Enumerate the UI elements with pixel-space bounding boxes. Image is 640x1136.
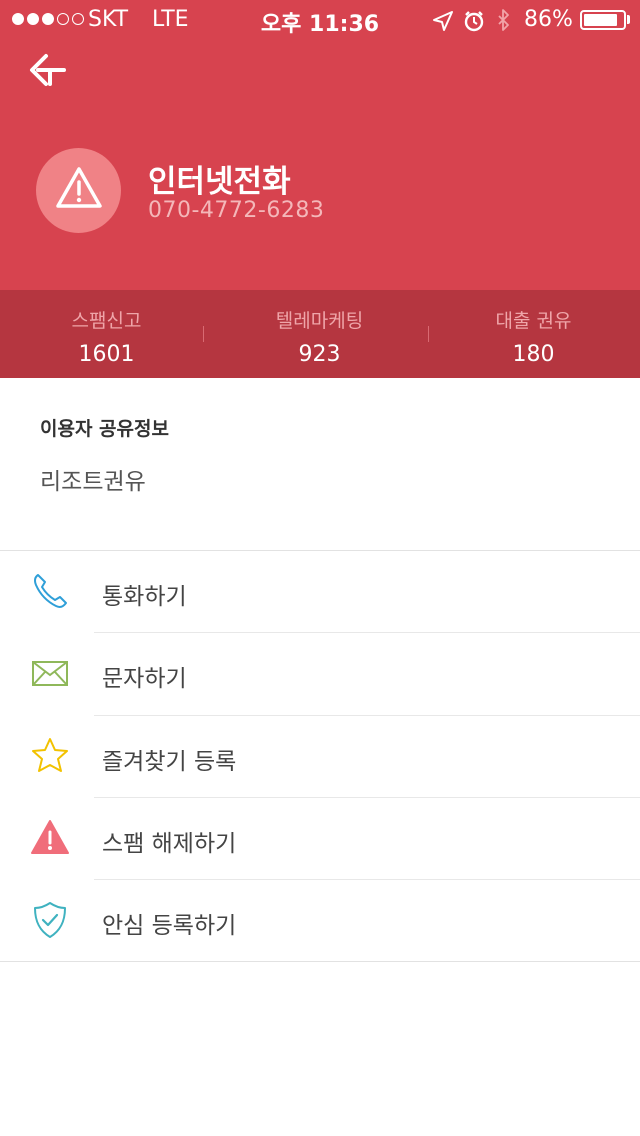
battery-icon <box>580 10 626 30</box>
bluetooth-icon <box>498 9 509 31</box>
envelope-icon <box>32 661 68 686</box>
shield-check-icon <box>34 902 66 938</box>
stat-telemarketing: 텔레마케팅 923 <box>213 306 426 367</box>
action-label: 즐겨찾기 등록 <box>102 749 237 775</box>
action-label: 문자하기 <box>102 666 187 692</box>
stat-separator <box>203 326 204 342</box>
status-bar: SKT LTE 오후 11:36 86% <box>0 0 640 40</box>
caller-number: 070-4772-6283 <box>148 198 325 223</box>
stat-label: 대출 권유 <box>495 310 572 332</box>
stat-label: 텔레마케팅 <box>275 310 364 332</box>
warning-icon <box>31 820 69 854</box>
back-button[interactable] <box>24 48 74 94</box>
call-action[interactable]: 통화하기 <box>0 551 640 633</box>
action-label: 스팸 해제하기 <box>102 831 237 857</box>
stat-value: 923 <box>298 342 341 367</box>
battery-nub <box>627 15 630 24</box>
alarm-icon <box>464 11 484 32</box>
caller-name: 인터넷전화 <box>148 164 291 200</box>
divider <box>0 961 640 962</box>
register-safe-action[interactable]: 안심 등록하기 <box>0 880 640 962</box>
user-info-text: 리조트권유 <box>40 469 146 495</box>
stat-spam-report: 스팸신고 1601 <box>0 306 213 367</box>
status-icons <box>430 8 518 40</box>
message-action[interactable]: 문자하기 <box>0 633 640 715</box>
stat-value: 180 <box>512 342 555 367</box>
report-stats-bar: 스팸신고 1601 텔레마케팅 923 대출 권유 180 <box>0 290 640 378</box>
warning-icon <box>56 167 102 208</box>
star-icon <box>32 738 68 772</box>
location-arrow-icon <box>433 11 453 31</box>
action-label: 안심 등록하기 <box>102 913 237 939</box>
stat-loan-solicitation: 대출 권유 180 <box>427 306 640 367</box>
caller-header <box>0 0 640 290</box>
back-arrow-icon <box>30 54 66 86</box>
battery-level-fill <box>584 14 617 26</box>
caller-avatar <box>36 148 121 233</box>
stat-separator <box>428 326 429 342</box>
stat-label: 스팸신고 <box>71 310 142 332</box>
add-favorite-action[interactable]: 즐겨찾기 등록 <box>0 716 640 798</box>
battery-percentage: 86% <box>524 7 573 32</box>
stat-value: 1601 <box>78 342 135 367</box>
action-label: 통화하기 <box>102 584 187 610</box>
phone-icon <box>33 574 67 608</box>
user-info-title: 이용자 공유정보 <box>40 418 169 440</box>
unmark-spam-action[interactable]: 스팸 해제하기 <box>0 798 640 880</box>
